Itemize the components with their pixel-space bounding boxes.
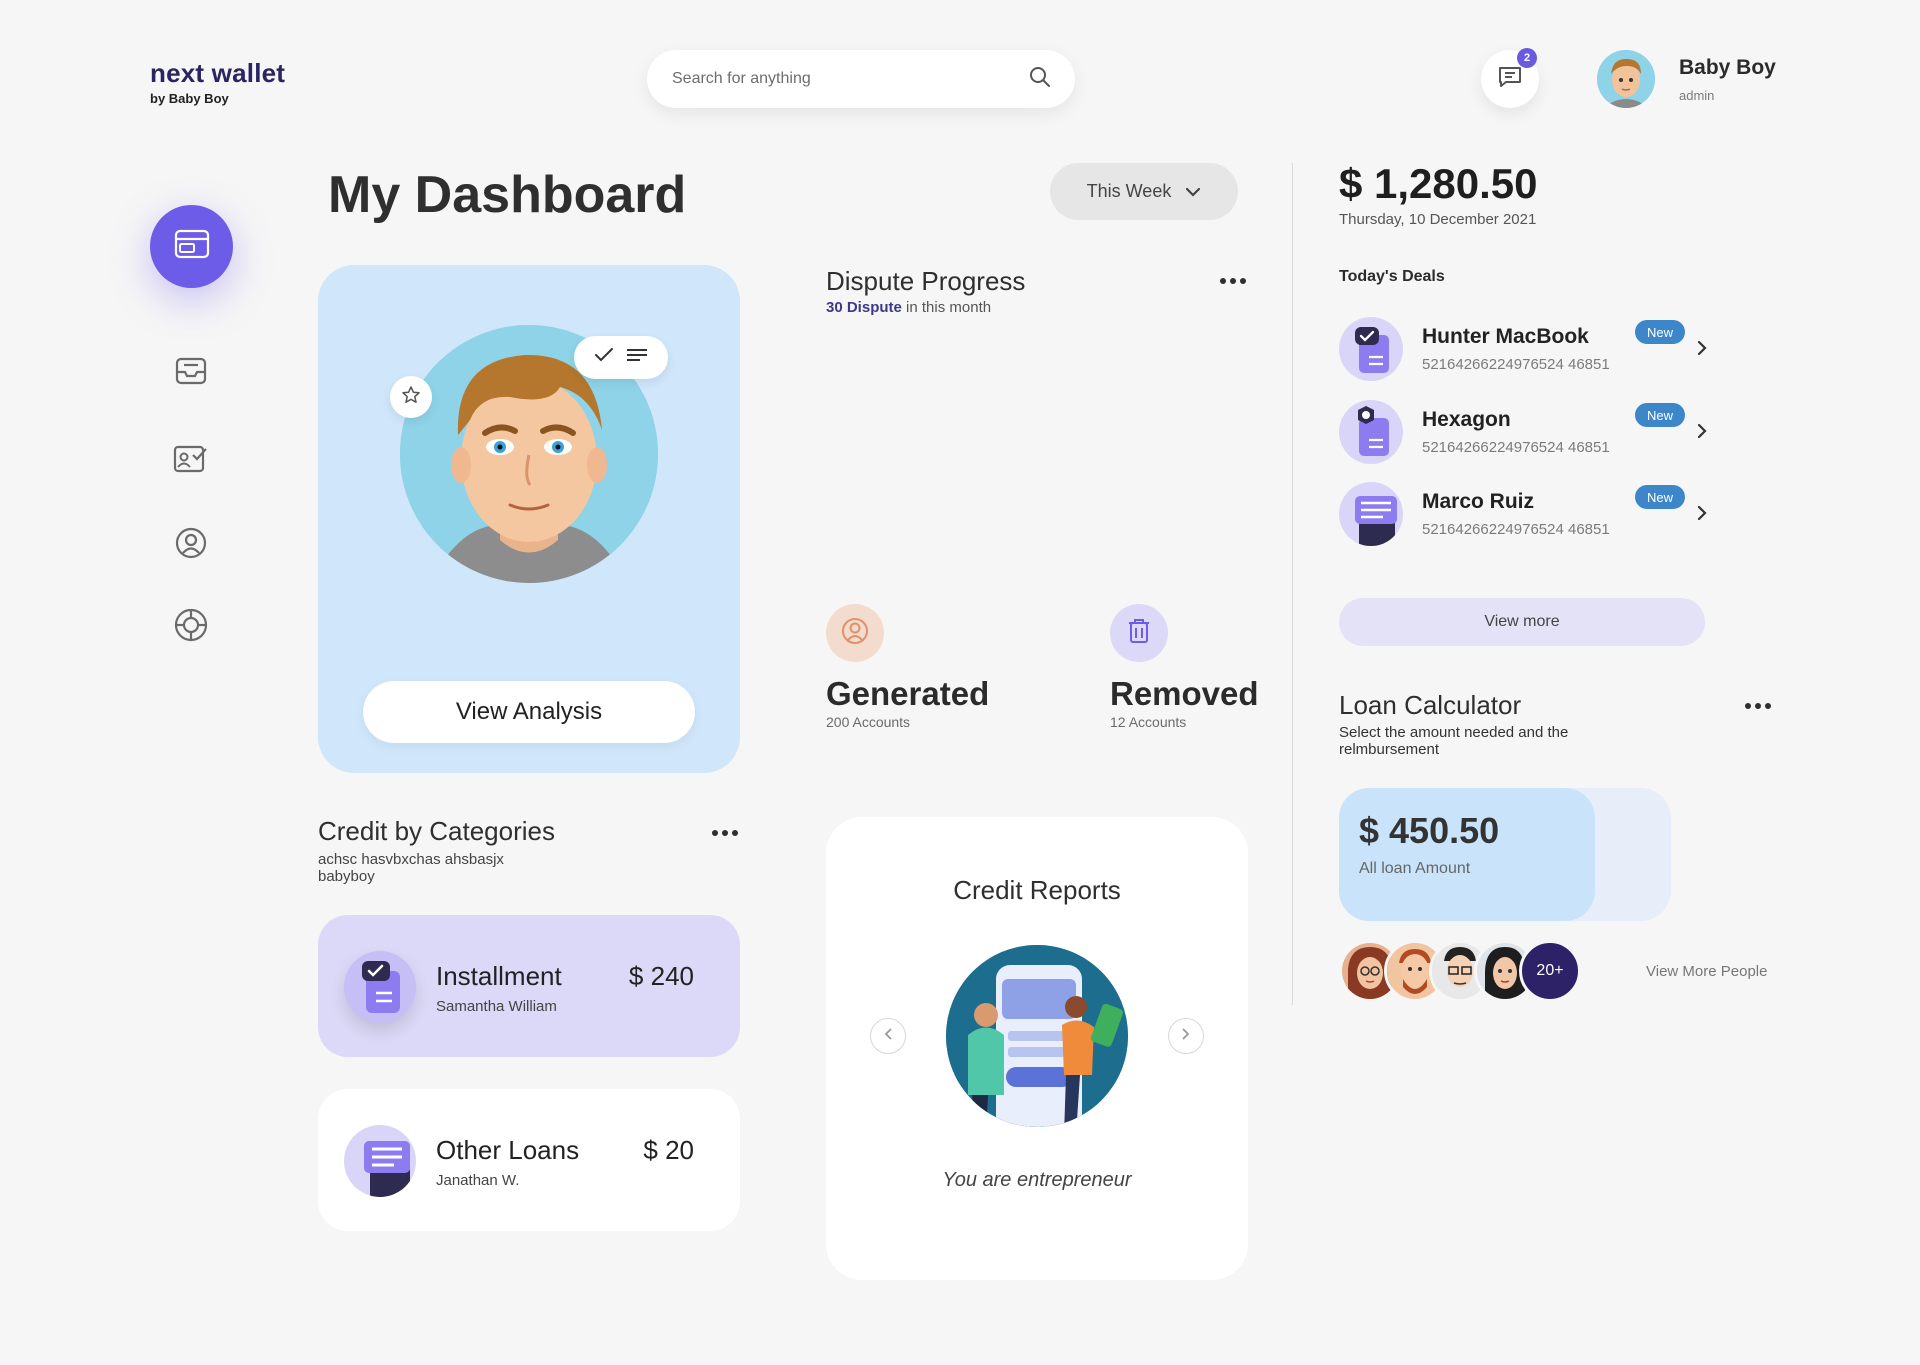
dispute-suffix: in this month [906, 299, 992, 316]
view-more-button[interactable]: View more [1339, 598, 1705, 646]
deal-name: Marco Ruiz [1422, 490, 1535, 513]
removed-icon-wrap [1110, 604, 1168, 662]
chevron-left-icon [883, 1027, 893, 1046]
search-input[interactable] [672, 70, 1029, 88]
inbox-icon [174, 355, 208, 392]
profile-card: View Analysis [318, 265, 740, 773]
user-role: admin [1679, 88, 1715, 103]
loan-subtitle: Select the amount needed and the relmbur… [1339, 724, 1569, 758]
credit-reports-card: Credit Reports You are entrepreneur [826, 817, 1248, 1280]
trash-icon [1126, 617, 1152, 650]
column-divider [1292, 163, 1293, 1005]
installment-icon [344, 951, 416, 1023]
category-card-installment[interactable]: Installment Samantha William $ 240 [318, 915, 740, 1057]
chat-icon [1497, 64, 1523, 95]
target-icon [173, 607, 209, 648]
deal-icon [1339, 317, 1403, 381]
category-person: Samantha William [436, 998, 557, 1015]
deal-name: Hunter MacBook [1422, 325, 1589, 348]
search-bar[interactable] [647, 50, 1075, 108]
deal-item[interactable]: Hunter MacBook 52164266224976524 46851 N… [1339, 317, 1719, 381]
brand: next wallet by Baby Boy [150, 58, 285, 106]
messages-button[interactable]: 2 [1481, 48, 1539, 108]
deals-title: Today's Deals [1339, 268, 1445, 285]
deal-number: 52164266224976524 46851 [1422, 439, 1610, 456]
reports-next-button[interactable] [1168, 1018, 1204, 1054]
dispute-title: Dispute Progress [826, 266, 1026, 296]
check-icon[interactable] [594, 347, 614, 368]
generated-count: 200 Accounts [826, 714, 911, 730]
view-analysis-button[interactable]: View Analysis [363, 681, 695, 743]
deal-icon [1339, 400, 1403, 464]
brand-name: next wallet [150, 58, 286, 88]
notification-badge: 2 [1517, 48, 1537, 68]
id-check-icon [173, 443, 209, 480]
more-people-badge[interactable]: 20+ [1519, 940, 1581, 1002]
view-more-people-link[interactable]: View More People [1646, 963, 1767, 980]
sidebar-item-wallet[interactable] [150, 205, 233, 288]
sidebar-item-verification[interactable] [170, 440, 212, 482]
period-label: This Week [1086, 181, 1172, 201]
removed-label: Removed [1110, 675, 1259, 712]
category-amount: $ 240 [628, 961, 694, 991]
deal-name: Hexagon [1422, 408, 1511, 431]
category-name: Other Loans [436, 1135, 580, 1165]
sidebar-item-inbox[interactable] [170, 352, 212, 394]
dispute-count: 30 Dispute [826, 299, 902, 316]
loan-more-button[interactable] [1745, 703, 1771, 709]
loan-slider-fill[interactable] [1339, 788, 1595, 921]
chevron-down-icon [1185, 181, 1201, 202]
period-dropdown[interactable]: This Week [1050, 163, 1238, 220]
loan-amount-label: All loan Amount [1359, 860, 1471, 877]
category-amount: $ 20 [643, 1135, 694, 1165]
user-circle-icon [840, 616, 870, 651]
reports-illustration [946, 945, 1128, 1127]
category-person: Janathan W. [436, 1172, 520, 1189]
deal-number: 52164266224976524 46851 [1422, 521, 1610, 538]
chevron-right-icon[interactable] [1696, 422, 1708, 445]
page-title: My Dashboard [328, 166, 687, 224]
new-badge: New [1635, 403, 1685, 427]
sidebar-item-support[interactable] [170, 606, 212, 648]
loan-title: Loan Calculator [1339, 690, 1522, 720]
other-loans-icon [344, 1125, 416, 1197]
favorite-button[interactable] [390, 376, 432, 418]
search-icon[interactable] [1029, 66, 1051, 93]
loan-amount: $ 450.50 [1359, 810, 1500, 851]
reports-caption: You are entrepreneur [942, 1169, 1132, 1191]
chevron-right-icon [1181, 1027, 1191, 1046]
category-name: Installment [436, 961, 562, 991]
deal-icon [1339, 482, 1403, 546]
profile-actions [574, 336, 668, 379]
people-avatars[interactable]: 20+ [1339, 940, 1599, 1002]
category-card-other-loans[interactable]: Other Loans Janathan W. $ 20 [318, 1089, 740, 1231]
balance-amount: $ 1,280.50 [1339, 160, 1538, 207]
removed-count: 12 Accounts [1110, 714, 1187, 730]
star-icon [401, 385, 421, 410]
reports-prev-button[interactable] [870, 1018, 906, 1054]
deal-number: 52164266224976524 46851 [1422, 356, 1610, 373]
brand-subtitle: by Baby Boy [150, 91, 229, 106]
dispute-subtitle: 30 Dispute in this month [826, 299, 991, 316]
dispute-more-button[interactable] [1220, 278, 1246, 284]
user-circle-icon [174, 526, 208, 565]
generated-icon-wrap [826, 604, 884, 662]
user-name[interactable]: Baby Boy [1679, 56, 1776, 80]
deal-item[interactable]: Hexagon 52164266224976524 46851 New [1339, 400, 1719, 464]
chevron-right-icon[interactable] [1696, 504, 1708, 527]
deal-item[interactable]: Marco Ruiz 52164266224976524 46851 New [1339, 482, 1719, 546]
generated-label: Generated [826, 675, 990, 712]
categories-title: Credit by Categories [318, 816, 555, 846]
categories-subtitle: achsc hasvbxchas ahsbasjx babyboy [318, 851, 504, 885]
chevron-right-icon[interactable] [1696, 339, 1708, 362]
sidebar-item-profile[interactable] [170, 524, 212, 566]
reports-title: Credit Reports [953, 875, 1121, 905]
menu-lines-icon[interactable] [626, 348, 648, 367]
new-badge: New [1635, 485, 1685, 509]
wallet-icon [174, 229, 210, 264]
user-avatar[interactable] [1597, 50, 1655, 108]
categories-more-button[interactable] [712, 830, 738, 836]
new-badge: New [1635, 320, 1685, 344]
balance-date: Thursday, 10 December 2021 [1339, 211, 1537, 228]
